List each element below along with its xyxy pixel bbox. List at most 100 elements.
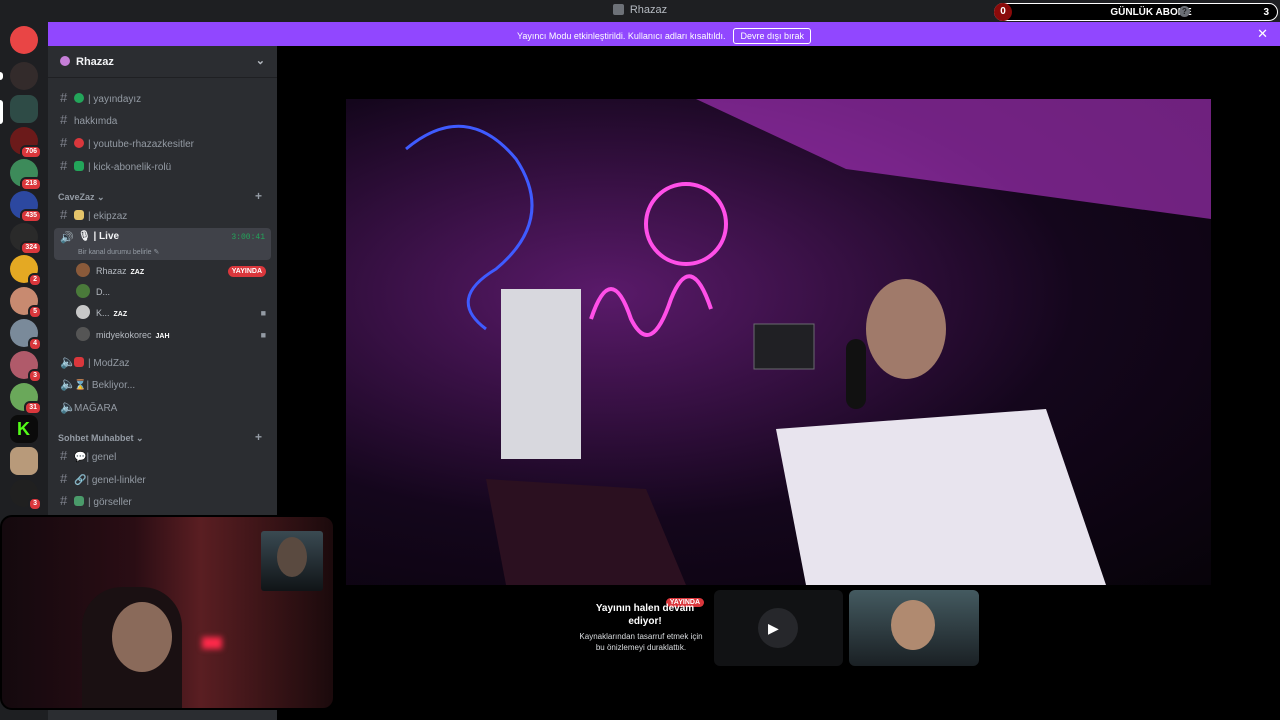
live-channel-name: 🎙 | Live: [78, 231, 120, 242]
channel-label: | görseller: [88, 497, 132, 508]
server-icon[interactable]: [10, 62, 38, 90]
participant-face: [891, 600, 935, 650]
ceiling-light: [696, 99, 1211, 219]
person-head: [112, 602, 172, 672]
server-name: Rhazaz: [76, 56, 114, 68]
channel-yayindayiz[interactable]: # | yayındayız: [56, 87, 270, 109]
voice-channel-live[interactable]: 🔊 🎙 | Live 3:00:41 Bir kanal durumu beli…: [54, 228, 271, 260]
channel-youtube[interactable]: # | youtube-rhazazkesitler: [56, 132, 270, 154]
mention-badge: 3: [28, 369, 42, 383]
server-icon[interactable]: 3: [10, 479, 42, 511]
voice-user[interactable]: K... ZAZ ■: [76, 303, 266, 323]
hash-icon: #: [60, 112, 68, 127]
microphone: [846, 339, 866, 409]
channel-status[interactable]: Bir kanal durumu belirle ✎: [78, 248, 159, 256]
keyboard: [486, 479, 686, 585]
hash-icon: #: [60, 448, 68, 463]
voice-channel-magara[interactable]: 🔈MAĞARA: [56, 396, 270, 418]
channel-ekipzaz[interactable]: # | ekipzaz: [56, 204, 270, 226]
hourglass-icon: ⌛: [74, 380, 87, 391]
app-icon: [612, 4, 624, 15]
add-channel-icon[interactable]: +: [255, 189, 262, 203]
hash-icon: #: [60, 90, 68, 105]
channel-genel-linkler[interactable]: # 🔗| genel-linkler: [56, 468, 270, 490]
channel-hakkimda[interactable]: # hakkımda: [56, 109, 270, 131]
avatar: [76, 284, 90, 298]
avatar: [76, 263, 90, 277]
close-icon[interactable]: ✕: [1257, 26, 1268, 42]
voice-user-midyekokorec[interactable]: midyekokorec JAH ■: [76, 325, 266, 345]
server-icon[interactable]: [10, 447, 38, 475]
live-badge: YAYINDA: [227, 266, 266, 277]
voice-user[interactable]: D...: [76, 282, 110, 302]
channel-label: hakkımda: [74, 116, 118, 127]
category-label: Sohbet Muhabbet: [58, 433, 134, 443]
channel-gorseller[interactable]: # | görseller: [56, 490, 270, 512]
console: [501, 289, 581, 459]
camera-off-tile[interactable]: ▶: [714, 590, 843, 666]
channel-label: | kick-abonelik-rolü: [88, 162, 172, 173]
user-name: midyekokorec: [96, 330, 152, 340]
channel-label: | genel-linkler: [86, 475, 146, 486]
mention-badge: 706: [20, 145, 42, 159]
pink-neon-sign: [644, 182, 728, 266]
server-icon-rhazaz[interactable]: [10, 95, 38, 123]
streamer-body: [776, 409, 1106, 585]
participant-video-tile[interactable]: [849, 590, 979, 666]
selected-pill: [0, 100, 3, 124]
add-channel-icon[interactable]: +: [255, 430, 262, 444]
speaker-icon: 🔈: [60, 354, 77, 369]
streamer-mode-banner: Yayıncı Modu etkinleştirildi. Kullanıcı …: [48, 22, 1280, 46]
channel-label: | Bekliyor...: [86, 380, 136, 391]
server-icon[interactable]: 3: [10, 351, 42, 383]
chevron-down-icon[interactable]: ⌄: [256, 54, 265, 67]
hash-icon: #: [60, 207, 68, 222]
image-icon: [74, 496, 84, 506]
voice-user-rhazaz[interactable]: Rhazaz ZAZ YAYINDA: [76, 261, 266, 281]
mention-badge: 3: [28, 497, 42, 511]
server-icon[interactable]: 435: [10, 191, 42, 223]
voice-channel-bekliyor[interactable]: 🔈⌛| Bekliyor...: [56, 373, 270, 395]
user-name: Rhazaz: [96, 266, 127, 276]
category-cavezaz[interactable]: CaveZaz ⌄ +: [58, 189, 268, 203]
hash-icon: #: [60, 158, 68, 173]
server-icon[interactable]: 706: [10, 127, 42, 159]
webcam-mini-preview: [261, 531, 323, 591]
hash-icon: #: [60, 493, 68, 508]
people-icon: [74, 210, 84, 220]
server-icon[interactable]: 4: [10, 319, 42, 351]
channel-label: MAĞARA: [74, 403, 118, 414]
paused-body: Kaynaklarından tasarruf etmek için bu ön…: [579, 632, 703, 652]
unread-pill: [0, 72, 3, 80]
channel-label: | ModZaz: [88, 358, 130, 369]
server-icon[interactable]: 31: [10, 383, 42, 415]
category-label: CaveZaz: [58, 192, 95, 202]
pink-neon-sign: [589, 274, 713, 337]
discord-home-icon[interactable]: [10, 26, 38, 54]
user-name: K...: [96, 308, 110, 318]
disable-streamer-mode-button[interactable]: Devre dışı bırak: [733, 28, 811, 44]
mention-badge: 4: [28, 337, 42, 351]
mention-badge: 218: [20, 177, 42, 191]
user-tag: ZAZ: [113, 311, 128, 318]
voice-channel-modzaz[interactable]: 🔈 | ModZaz: [56, 351, 270, 373]
avatar: [76, 305, 90, 319]
server-icon[interactable]: 324: [10, 223, 42, 255]
channel-genel[interactable]: # 💬| genel: [56, 445, 270, 467]
streamer-head: [866, 279, 946, 379]
server-icon[interactable]: 218: [10, 159, 42, 191]
banner-message: Yayıncı Modu etkinleştirildi. Kullanıcı …: [517, 31, 726, 41]
server-icon[interactable]: 2: [10, 255, 42, 287]
help-icon[interactable]: ?: [1179, 6, 1190, 17]
mention-badge: 435: [20, 209, 42, 223]
kick-server-icon[interactable]: K: [10, 415, 38, 443]
server-icon[interactable]: 5: [10, 287, 42, 319]
paused-preview-tile[interactable]: YAYINDA Yayının halen devam ediyor! Kayn…: [574, 590, 708, 666]
channel-kick-abonelik[interactable]: # | kick-abonelik-rolü: [56, 155, 270, 177]
video-camera-icon: ■: [260, 308, 266, 318]
category-sohbet[interactable]: Sohbet Muhabbet ⌄ +: [58, 430, 268, 444]
live-channel-label: | Live: [93, 231, 120, 242]
red-lamp: [202, 637, 222, 649]
main-stream-video[interactable]: [346, 99, 1211, 585]
server-header[interactable]: Rhazaz ⌄: [48, 46, 277, 78]
